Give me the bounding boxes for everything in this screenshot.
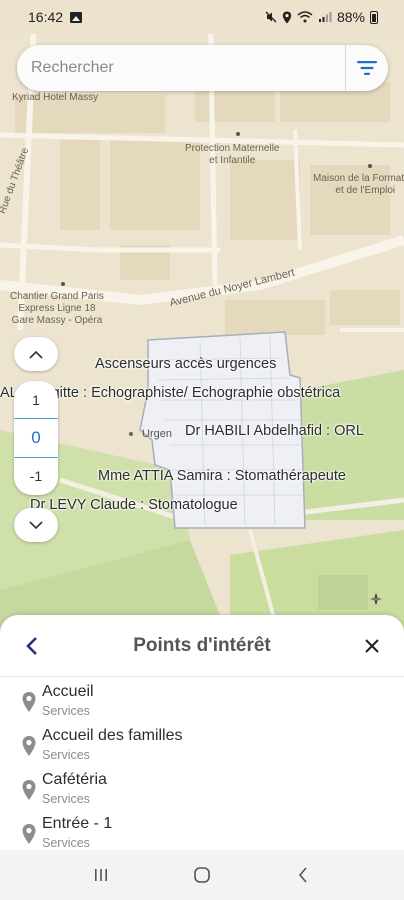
filter-button[interactable] — [346, 45, 388, 91]
status-time: 16:42 — [28, 9, 64, 25]
map-label-protection: Protection Maternelle et Infantile — [185, 143, 280, 166]
status-bar: 16:42 88% — [0, 0, 404, 34]
home-icon — [194, 867, 210, 883]
back-nav-button[interactable] — [273, 855, 333, 895]
chevron-left-icon — [26, 636, 37, 655]
location-pin-icon — [22, 824, 36, 844]
mute-icon — [265, 11, 277, 23]
poi-label-levy[interactable]: Dr LEVY Claude : Stomatologue — [30, 497, 238, 513]
poi-bottom-sheet: Points d'intérêt Accueil Services Accuei… — [0, 615, 404, 850]
poi-name: Accueil des familles — [42, 727, 183, 744]
level-option-1[interactable]: 1 — [14, 381, 58, 418]
signal-icon — [318, 12, 332, 22]
poi-name: Cafétéria — [42, 771, 107, 788]
search-bar — [17, 45, 388, 91]
poi-label-habili[interactable]: Dr HABILI Abdelhafid : ORL — [185, 423, 364, 439]
battery-percent: 88% — [336, 9, 365, 25]
sheet-header: Points d'intérêt — [0, 615, 404, 677]
level-down-button[interactable] — [14, 508, 58, 542]
recent-apps-button[interactable] — [71, 855, 131, 895]
list-item[interactable]: Accueil des familles Services — [20, 721, 404, 765]
map-label-urgences: Urgen — [142, 428, 172, 440]
list-item[interactable]: Accueil Services — [20, 677, 404, 721]
home-button[interactable] — [172, 855, 232, 895]
level-option-0[interactable]: 0 — [14, 418, 58, 458]
level-up-button[interactable] — [14, 337, 58, 371]
poi-label-attia[interactable]: Mme ATTIA Samira : Stomathérapeute — [98, 468, 346, 484]
search-input[interactable] — [17, 45, 345, 91]
wifi-icon — [297, 11, 313, 23]
location-pin-icon — [22, 692, 36, 712]
poi-list: Accueil Services Accueil des familles Se… — [0, 677, 404, 850]
filter-icon — [357, 61, 377, 75]
list-item[interactable]: Entrée - 1 Services — [20, 809, 404, 850]
level-selector: 1 0 -1 — [14, 381, 58, 495]
battery-icon — [370, 10, 378, 24]
location-pin-icon — [22, 736, 36, 756]
poi-label-ascenseurs[interactable]: Ascenseurs accès urgences — [95, 356, 276, 372]
recent-apps-icon — [94, 869, 107, 881]
close-icon — [365, 638, 379, 653]
map-label-chantier: Chantier Grand Paris Express Ligne 18 Ga… — [10, 291, 104, 326]
list-item[interactable]: Cafétéria Services — [20, 765, 404, 809]
level-option-minus-1[interactable]: -1 — [14, 458, 58, 495]
compass-icon[interactable] — [369, 592, 383, 606]
poi-category: Services — [42, 704, 90, 718]
system-nav-bar — [0, 850, 404, 900]
map-view[interactable]: Kyriad Hotel Massy Protection Maternelle… — [0, 0, 404, 640]
poi-category: Services — [42, 748, 90, 762]
map-label-maison: Maison de la Formation et de l'Emploi — [313, 173, 404, 196]
close-button[interactable] — [360, 634, 384, 658]
sheet-title: Points d'intérêt — [133, 634, 271, 656]
location-icon — [282, 11, 292, 23]
poi-name: Accueil — [42, 683, 94, 700]
chevron-down-icon — [29, 520, 43, 529]
poi-category: Services — [42, 836, 90, 850]
poi-category: Services — [42, 792, 90, 806]
gallery-notification-icon — [70, 11, 83, 23]
back-icon — [299, 867, 307, 883]
map-label-hotel: Kyriad Hotel Massy — [12, 92, 99, 103]
location-pin-icon — [22, 780, 36, 800]
poi-name: Entrée - 1 — [42, 815, 113, 832]
chevron-up-icon — [29, 350, 43, 359]
back-button[interactable] — [20, 634, 44, 658]
